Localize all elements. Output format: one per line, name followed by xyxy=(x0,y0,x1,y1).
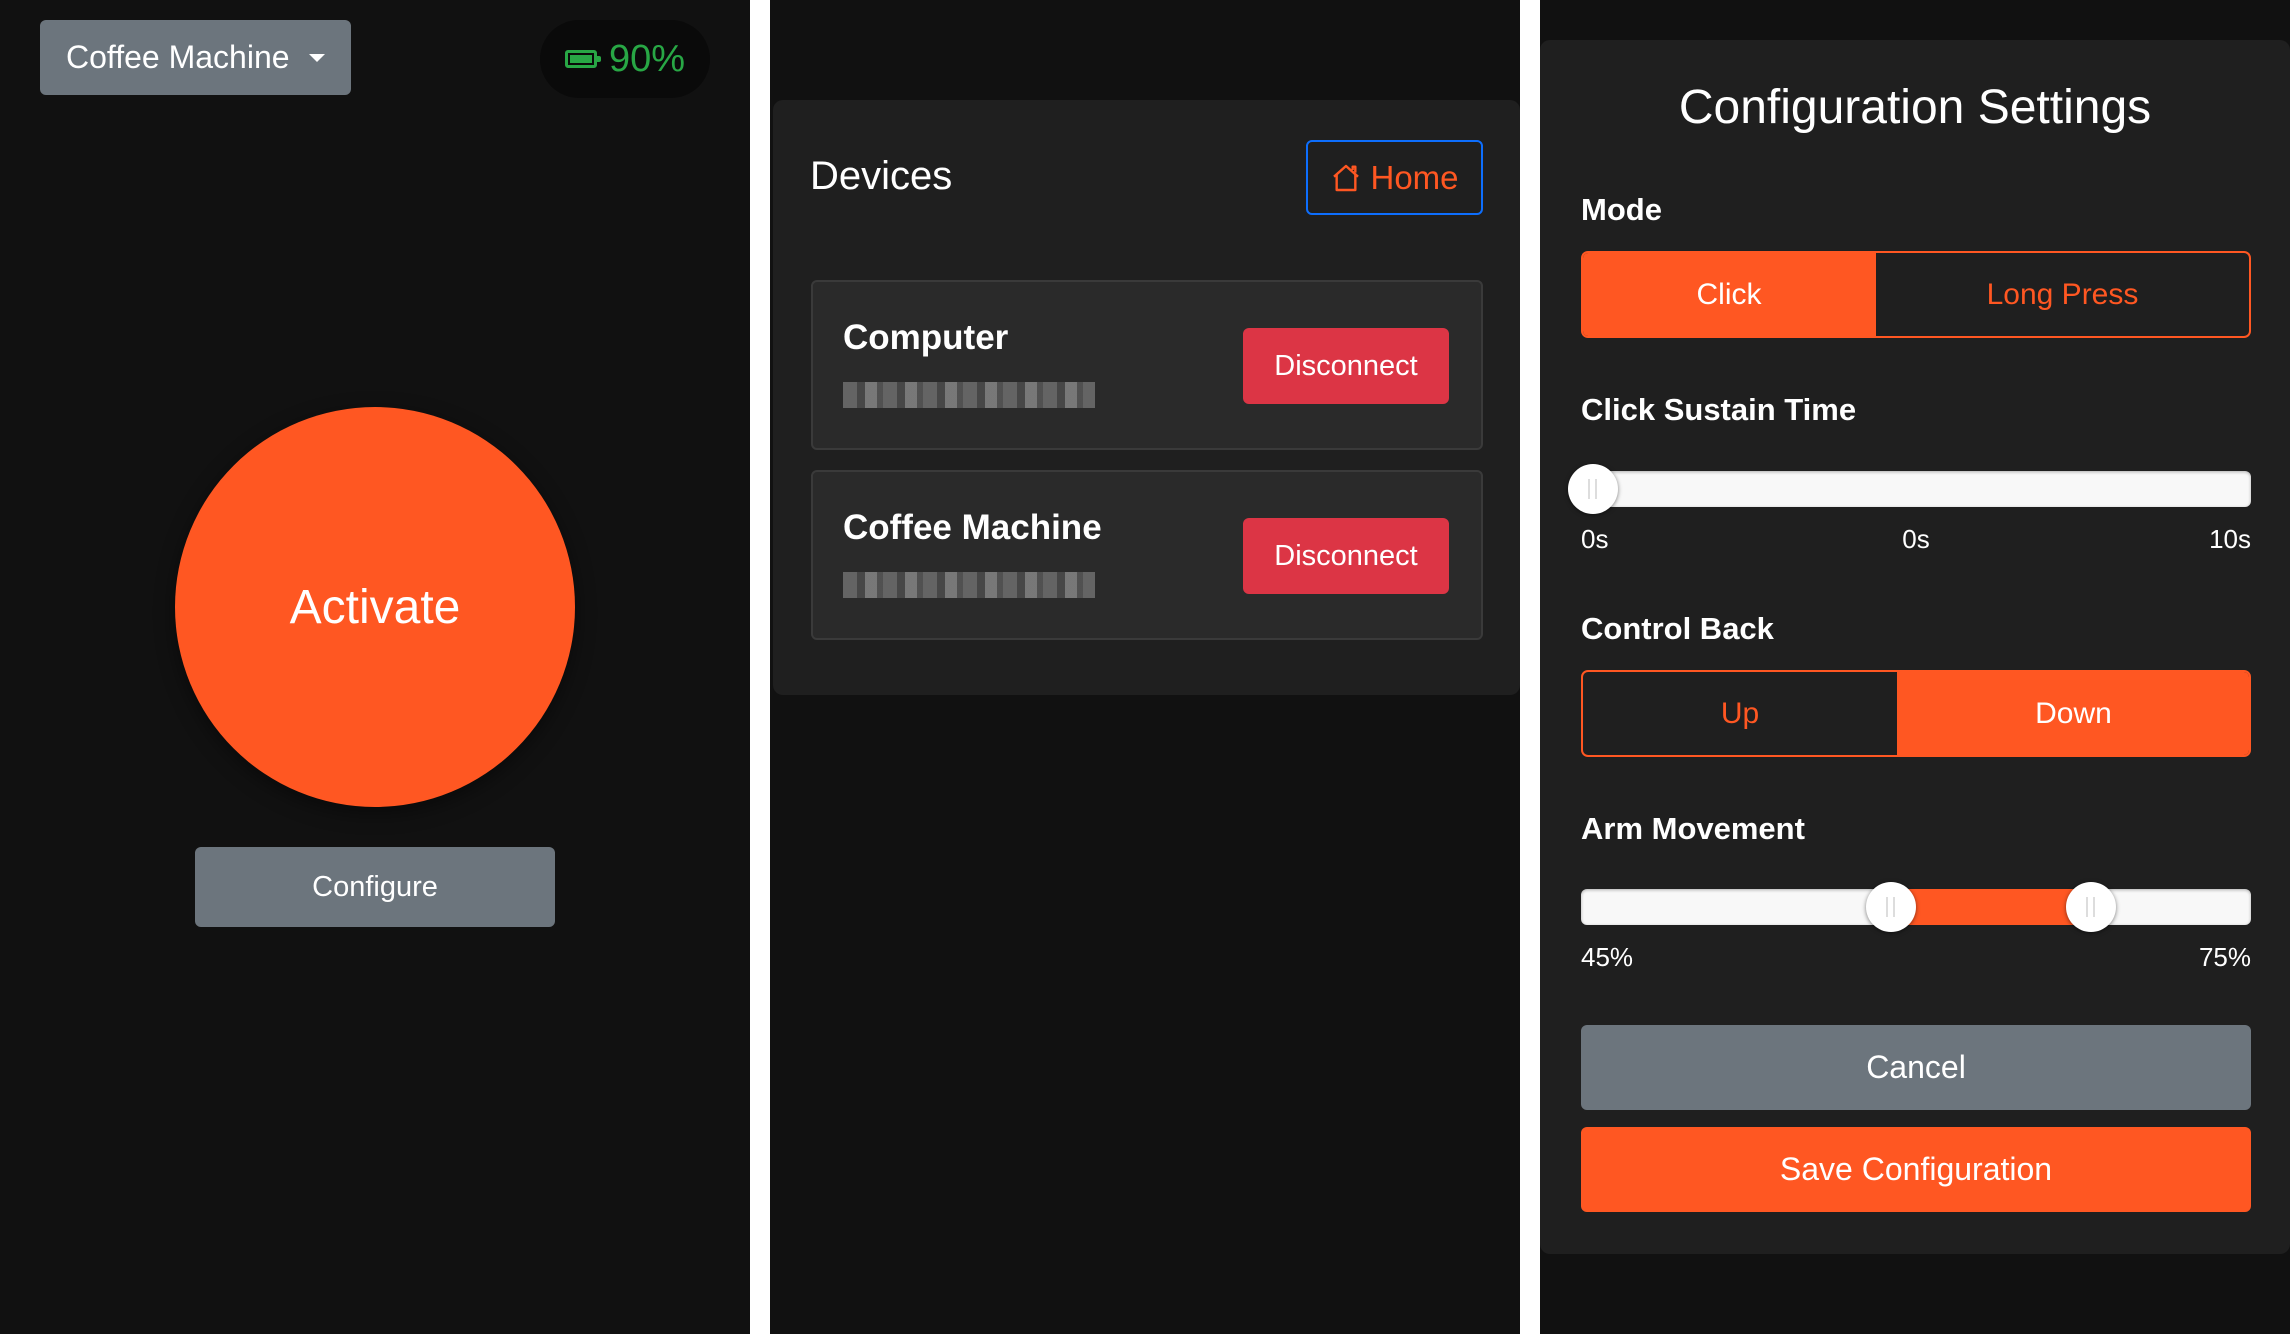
configure-button[interactable]: Configure xyxy=(195,847,555,927)
mode-option-label: Click xyxy=(1696,277,1762,311)
device-name: Coffee Machine xyxy=(843,508,1102,547)
list-item: Coffee Machine Disconnect xyxy=(811,470,1483,640)
range-high-label: 75% xyxy=(2198,942,2251,972)
control-back-option-label: Up xyxy=(1720,696,1760,730)
control-back-option-down[interactable]: Down xyxy=(1898,672,2249,755)
control-back-toggle-group: Up Down xyxy=(1581,670,2251,757)
cancel-label: Cancel xyxy=(1866,1049,1966,1085)
mode-option-long-press[interactable]: Long Press xyxy=(1875,253,2249,336)
arm-movement-label: Arm Movement xyxy=(1581,811,1805,846)
device-select-dropdown[interactable]: Coffee Machine xyxy=(40,20,351,95)
control-back-option-label: Down xyxy=(2035,696,2112,730)
save-label: Save Configuration xyxy=(1779,1151,2053,1187)
click-sustain-slider[interactable] xyxy=(1568,464,2251,514)
mode-label: Mode xyxy=(1581,192,1662,227)
cancel-button[interactable]: Cancel xyxy=(1581,1025,2251,1110)
battery-indicator: 90% xyxy=(540,20,710,98)
home-screen: Coffee Machine 90% Activate Configure xyxy=(0,0,750,1334)
activate-button[interactable]: Activate xyxy=(175,407,575,807)
slider-value-label: 0s xyxy=(1902,524,1930,554)
disconnect-label: Disconnect xyxy=(1274,539,1418,572)
battery-level: 90% xyxy=(608,37,686,80)
slider-min-label: 0s xyxy=(1581,524,1609,554)
mode-option-label: Long Press xyxy=(1986,277,2139,311)
disconnect-button[interactable]: Disconnect xyxy=(1243,328,1449,404)
device-select-value: Coffee Machine xyxy=(66,39,290,75)
slider-max-label: 10s xyxy=(2209,524,2251,554)
range-fill xyxy=(1891,889,2091,925)
page-title: Devices xyxy=(810,154,953,198)
home-button[interactable]: Home xyxy=(1306,140,1483,215)
activate-label: Activate xyxy=(289,580,461,634)
devices-screen: Devices Home Computer Disconnect Coffee … xyxy=(770,0,1520,1334)
device-name: Computer xyxy=(843,318,1009,357)
devices-card: Devices Home Computer Disconnect Coffee … xyxy=(773,100,1520,695)
device-address-redacted xyxy=(843,572,1095,598)
mode-option-click[interactable]: Click xyxy=(1583,253,1875,336)
config-screen: Configuration Settings Mode Click Long P… xyxy=(1540,0,2290,1334)
click-sustain-label: Click Sustain Time xyxy=(1581,392,1857,427)
battery-icon xyxy=(564,50,601,68)
save-configuration-button[interactable]: Save Configuration xyxy=(1581,1127,2251,1212)
configure-label: Configure xyxy=(312,870,438,903)
home-label: Home xyxy=(1370,158,1459,196)
disconnect-button[interactable]: Disconnect xyxy=(1243,518,1449,594)
disconnect-label: Disconnect xyxy=(1274,349,1418,382)
home-icon xyxy=(1333,164,1360,191)
mode-toggle-group: Click Long Press xyxy=(1581,251,2251,338)
control-back-label: Control Back xyxy=(1581,611,1774,646)
range-low-label: 45% xyxy=(1581,942,1634,972)
slider-handle[interactable] xyxy=(1568,464,1618,514)
chevron-down-icon xyxy=(309,54,325,62)
range-low-handle[interactable] xyxy=(1866,882,1916,932)
range-high-handle[interactable] xyxy=(2066,882,2116,932)
arm-movement-range-slider[interactable] xyxy=(1581,882,2251,932)
page-title: Configuration Settings xyxy=(1678,81,2152,134)
control-back-option-up[interactable]: Up xyxy=(1583,672,1898,755)
device-address-redacted xyxy=(843,382,1095,408)
config-card: Configuration Settings Mode Click Long P… xyxy=(1540,40,2290,1254)
list-item: Computer Disconnect xyxy=(811,280,1483,450)
